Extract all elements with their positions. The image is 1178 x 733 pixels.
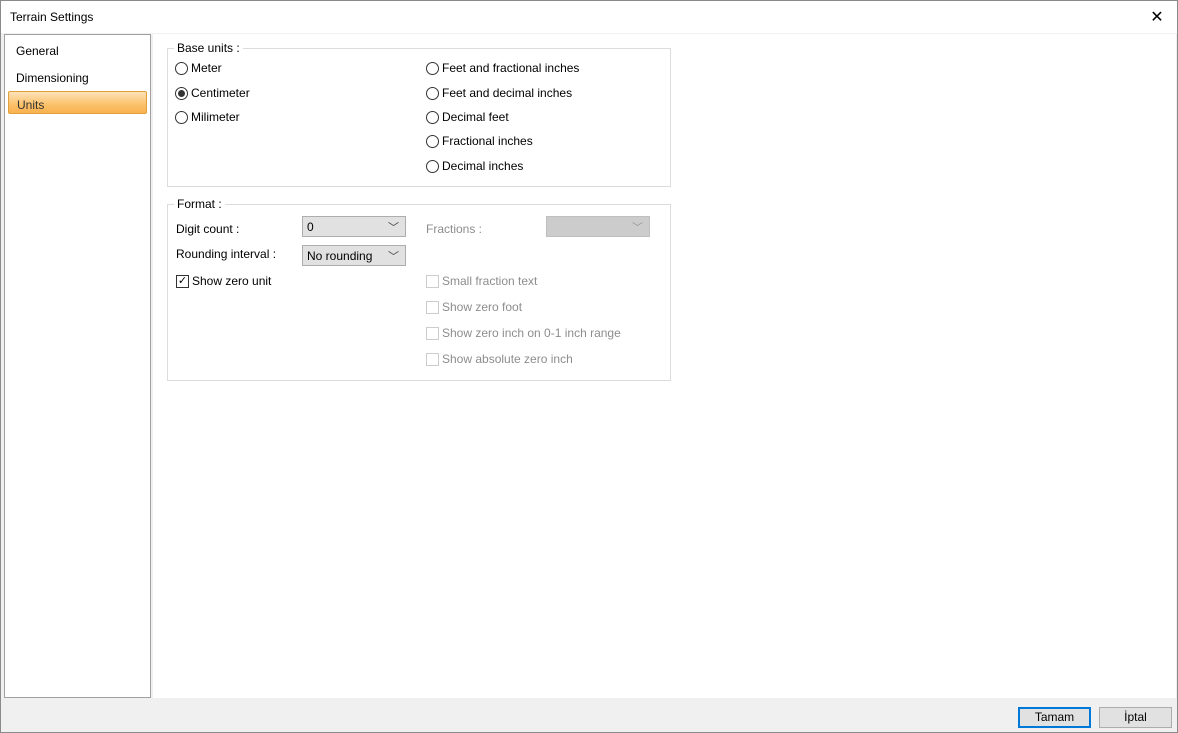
radio-circle <box>426 159 439 173</box>
rounding-value: No rounding <box>307 249 373 263</box>
checkbox-label: Show absolute zero inch <box>442 352 573 366</box>
show-absolute-zero-inch-checkbox[interactable]: Show absolute zero inch <box>426 352 573 366</box>
window-title: Terrain Settings <box>10 10 94 24</box>
radio-centimeter[interactable]: Centimeter <box>175 86 250 100</box>
radio-circle <box>426 61 439 75</box>
title-bar: Terrain Settings ✕ <box>1 1 1177 33</box>
base-units-group: Base units : Meter Centimeter Milimeter … <box>167 41 671 187</box>
units-panel: Base units : Meter Centimeter Milimeter … <box>153 34 1176 698</box>
show-zero-inch-checkbox[interactable]: Show zero inch on 0-1 inch range <box>426 326 621 340</box>
radio-label: Feet and decimal inches <box>442 86 573 100</box>
rounding-interval-label: Rounding interval : <box>176 247 277 261</box>
cancel-button[interactable]: İptal <box>1099 707 1172 728</box>
radio-label: Meter <box>191 61 222 75</box>
radio-decimal-inches[interactable]: Decimal inches <box>426 159 523 173</box>
radio-circle <box>426 134 439 148</box>
ok-button[interactable]: Tamam <box>1018 707 1091 728</box>
fractions-select[interactable]: ﹀ <box>546 216 650 237</box>
radio-label: Milimeter <box>191 110 240 124</box>
chevron-down-icon: ﹀ <box>388 251 399 263</box>
checkbox-box <box>426 274 439 288</box>
rounding-interval-select[interactable]: No rounding ﹀ <box>302 245 406 266</box>
radio-circle <box>175 61 188 75</box>
sidebar-item-general[interactable]: General <box>8 38 147 61</box>
radio-label: Feet and fractional inches <box>442 61 580 75</box>
sidebar-item-units[interactable]: Units <box>8 91 147 114</box>
chevron-down-icon: ﹀ <box>388 222 399 234</box>
checkbox-label: Small fraction text <box>442 274 538 288</box>
radio-circle <box>175 86 188 100</box>
checkbox-box <box>426 352 439 366</box>
digit-count-label: Digit count : <box>176 222 240 236</box>
radio-label: Decimal inches <box>442 159 524 173</box>
checkbox-box <box>426 326 439 340</box>
format-legend: Format : <box>174 197 225 211</box>
radio-fractional-inches[interactable]: Fractional inches <box>426 134 533 148</box>
radio-label: Decimal feet <box>442 110 509 124</box>
radio-circle <box>426 110 439 124</box>
sidebar-item-dimensioning[interactable]: Dimensioning <box>8 65 147 88</box>
terrain-settings-dialog: Terrain Settings ✕ General Dimensioning … <box>0 0 1178 733</box>
radio-circle <box>426 86 439 100</box>
format-group: Format : Digit count : 0 ﹀ Fractions : ﹀ … <box>167 197 671 381</box>
radio-feet-fractional-inches[interactable]: Feet and fractional inches <box>426 61 579 75</box>
radio-label: Fractional inches <box>442 134 533 148</box>
check-icon: ✓ <box>176 274 189 288</box>
show-zero-unit-checkbox[interactable]: ✓ Show zero unit <box>176 274 271 288</box>
close-icon[interactable]: ✕ <box>1137 1 1177 33</box>
base-units-legend: Base units : <box>174 41 243 55</box>
radio-circle <box>175 110 188 124</box>
checkbox-label: Show zero foot <box>442 300 523 314</box>
small-fraction-text-checkbox[interactable]: Small fraction text <box>426 274 537 288</box>
digit-count-select[interactable]: 0 ﹀ <box>302 216 406 237</box>
show-zero-foot-checkbox[interactable]: Show zero foot <box>426 300 522 314</box>
radio-milimeter[interactable]: Milimeter <box>175 110 240 124</box>
radio-decimal-feet[interactable]: Decimal feet <box>426 110 509 124</box>
radio-meter[interactable]: Meter <box>175 61 222 75</box>
sidebar: General Dimensioning Units <box>4 34 151 698</box>
checkbox-box <box>426 300 439 314</box>
checkbox-label: Show zero unit <box>192 274 272 288</box>
chevron-down-icon: ﹀ <box>632 222 643 234</box>
checkbox-label: Show zero inch on 0-1 inch range <box>442 326 621 340</box>
digit-count-value: 0 <box>307 220 314 234</box>
radio-label: Centimeter <box>191 86 250 100</box>
fractions-label: Fractions : <box>426 222 483 236</box>
radio-feet-decimal-inches[interactable]: Feet and decimal inches <box>426 86 572 100</box>
